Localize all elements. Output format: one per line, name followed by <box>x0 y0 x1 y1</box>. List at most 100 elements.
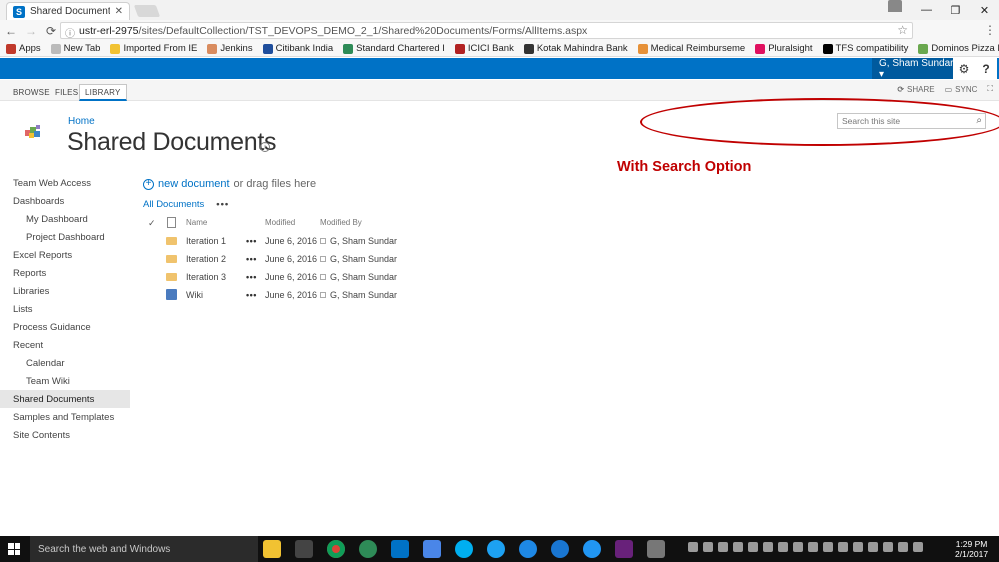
user-menu[interactable]: G, Sham Sundar ▾ <box>872 58 954 80</box>
row-name-link[interactable]: Iteration 1 <box>186 236 226 246</box>
nav-item-reports[interactable]: Reports <box>0 264 130 282</box>
tab-library[interactable]: LIBRARY <box>79 84 127 101</box>
nav-item-team-web-access[interactable]: Team Web Access <box>0 174 130 192</box>
nav-item-dashboards[interactable]: Dashboards <box>0 192 130 210</box>
nav-item-lists[interactable]: Lists <box>0 300 130 318</box>
row-name-link[interactable]: Wiki <box>186 290 203 300</box>
bookmark-item[interactable]: TFS compatibility <box>822 43 908 54</box>
bookmark-item[interactable]: New Tab <box>50 43 100 54</box>
focus-content-icon[interactable]: ⛶ <box>987 84 993 94</box>
app-icon[interactable] <box>551 540 569 558</box>
tray-icon[interactable] <box>733 542 743 552</box>
sync-button[interactable]: ▭ SYNC <box>945 85 978 94</box>
internet-explorer-icon[interactable] <box>583 540 601 558</box>
add-icon[interactable]: + <box>143 178 154 190</box>
row-modified-by[interactable]: G, Sham Sundar <box>320 236 397 246</box>
bookmark-item[interactable]: Dominos Pizza Mania <box>918 43 999 54</box>
close-window-icon[interactable]: ✕ <box>970 0 999 20</box>
tray-icon[interactable] <box>718 542 728 552</box>
tray-icon[interactable] <box>778 542 788 552</box>
chrome-icon[interactable] <box>327 540 345 558</box>
bookmark-item[interactable]: Medical Reimburseme <box>637 43 745 54</box>
taskbar-search[interactable]: Search the web and Windows <box>30 536 258 562</box>
column-modified[interactable]: Modified <box>265 218 295 227</box>
row-name-link[interactable]: Iteration 3 <box>186 272 226 282</box>
nav-item-process-guidance[interactable]: Process Guidance <box>0 318 130 336</box>
visual-studio-icon[interactable] <box>615 540 633 558</box>
table-row[interactable]: Iteration 2 June 6, 2016 ••• G, Sham Sundar <box>143 251 403 269</box>
tray-icon[interactable] <box>703 542 713 552</box>
table-row[interactable]: Iteration 1 June 6, 2016 ••• G, Sham Sundar <box>143 233 403 251</box>
nav-item-recent[interactable]: Recent <box>0 336 130 354</box>
item-menu-icon[interactable]: ••• <box>246 254 257 264</box>
tray-icon[interactable] <box>793 542 803 552</box>
tab-browse[interactable]: BROWSE <box>8 84 55 101</box>
nav-item-excel-reports[interactable]: Excel Reports <box>0 246 130 264</box>
nav-item-project-dashboard[interactable]: Project Dashboard <box>0 228 130 246</box>
bookmark-item[interactable]: Pluralsight <box>755 43 813 54</box>
app-icon[interactable] <box>423 540 441 558</box>
nav-item-shared-documents[interactable]: Shared Documents <box>0 390 130 408</box>
restore-icon[interactable]: ❐ <box>941 0 970 20</box>
bookmark-item[interactable]: Imported From IE <box>110 43 197 54</box>
windows-start-icon[interactable] <box>8 543 20 555</box>
new-document-link[interactable]: new document <box>158 178 230 190</box>
gear-icon[interactable]: ⚙ <box>953 58 975 79</box>
nav-item-libraries[interactable]: Libraries <box>0 282 130 300</box>
tray-icon[interactable] <box>763 542 773 552</box>
bookmark-item[interactable]: ICICI Bank <box>454 43 514 54</box>
row-name-link[interactable]: Iteration 2 <box>186 254 226 264</box>
row-modified-by[interactable]: G, Sham Sundar <box>320 290 397 300</box>
item-menu-icon[interactable]: ••• <box>246 290 257 300</box>
row-modified-by[interactable]: G, Sham Sundar <box>320 254 397 264</box>
tray-icon[interactable] <box>808 542 818 552</box>
edge-icon[interactable] <box>487 540 505 558</box>
column-modified-by[interactable]: Modified By <box>320 218 362 227</box>
bookmark-item[interactable]: Apps <box>6 43 41 54</box>
tray-icon[interactable] <box>748 542 758 552</box>
nav-item-site-contents[interactable]: Site Contents <box>0 426 130 444</box>
store-icon[interactable] <box>295 540 313 558</box>
reload-icon[interactable]: ⟳ <box>42 24 60 38</box>
more-views-icon[interactable]: ••• <box>216 199 229 210</box>
nav-item-team-wiki[interactable]: Team Wiki <box>0 372 130 390</box>
outlook-icon[interactable] <box>391 540 409 558</box>
item-menu-icon[interactable]: ••• <box>246 272 257 282</box>
info-icon[interactable]: i <box>260 142 270 152</box>
column-name[interactable]: Name <box>186 218 207 227</box>
tray-icon[interactable] <box>883 542 893 552</box>
app-icon[interactable] <box>647 540 665 558</box>
tray-icon[interactable] <box>898 542 908 552</box>
tray-icon[interactable] <box>868 542 878 552</box>
bookmark-star-icon[interactable]: ☆ <box>897 23 908 37</box>
table-row[interactable]: Wiki June 6, 2016 ••• G, Sham Sundar <box>143 287 403 305</box>
file-explorer-icon[interactable] <box>263 540 281 558</box>
address-bar[interactable]: ⓘ ustr-erl-2975 /sites/DefaultCollection… <box>60 22 913 40</box>
tray-icon[interactable] <box>688 542 698 552</box>
profile-icon[interactable] <box>888 0 902 12</box>
minimize-icon[interactable]: — <box>912 0 941 20</box>
skype-icon[interactable] <box>455 540 473 558</box>
taskbar-clock[interactable]: 1:29 PM 2/1/2017 <box>955 539 988 559</box>
item-menu-icon[interactable]: ••• <box>246 236 257 246</box>
bookmark-item[interactable]: Kotak Mahindra Bank <box>523 43 628 54</box>
tray-icon[interactable] <box>913 542 923 552</box>
bookmark-item[interactable]: Citibank India <box>262 43 333 54</box>
browser-tab[interactable]: S Shared Documents - All ✕ <box>6 2 130 20</box>
select-all-checkmark-icon[interactable]: ✓ <box>148 218 156 229</box>
view-all-documents[interactable]: All Documents <box>143 199 204 210</box>
nav-item-my-dashboard[interactable]: My Dashboard <box>0 210 130 228</box>
page-info-icon[interactable]: ⓘ <box>65 25 75 40</box>
row-modified-by[interactable]: G, Sham Sundar <box>320 272 397 282</box>
help-icon[interactable]: ? <box>975 58 997 79</box>
app-icon[interactable] <box>359 540 377 558</box>
internet-explorer-icon[interactable] <box>519 540 537 558</box>
tray-icon[interactable] <box>853 542 863 552</box>
menu-icon[interactable]: ⋮ <box>981 23 999 37</box>
table-row[interactable]: Iteration 3 June 6, 2016 ••• G, Sham Sundar <box>143 269 403 287</box>
nav-item-calendar[interactable]: Calendar <box>0 354 130 372</box>
bookmark-item[interactable]: Standard Chartered I <box>343 43 445 54</box>
close-tab-icon[interactable]: ✕ <box>115 6 123 17</box>
breadcrumb-home[interactable]: Home <box>68 116 95 127</box>
share-button[interactable]: ⟳ SHARE <box>897 85 934 94</box>
